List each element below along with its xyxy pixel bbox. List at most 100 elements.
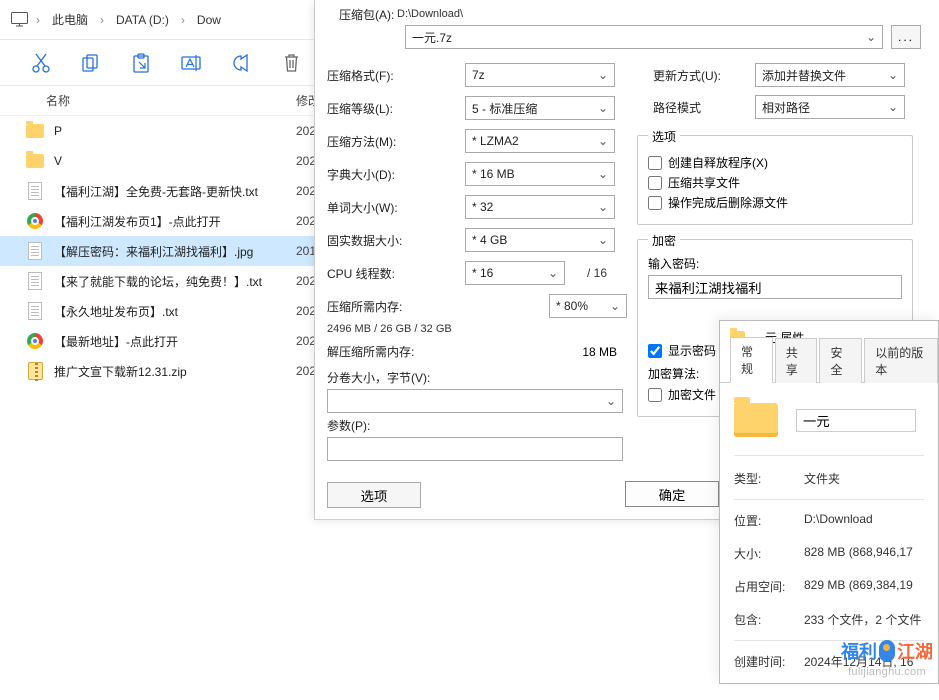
created-key: 创建时间: xyxy=(734,653,804,670)
browse-button[interactable]: ... xyxy=(891,25,921,49)
encrypt-legend: 加密 xyxy=(648,232,680,249)
delete-after-checkbox[interactable]: 操作完成后删除源文件 xyxy=(648,194,902,211)
file-name: V xyxy=(54,154,62,168)
browser-icon xyxy=(26,332,44,350)
word-combo[interactable]: * 32⌄ xyxy=(465,195,615,219)
shared-checkbox[interactable]: 压缩共享文件 xyxy=(648,174,902,191)
method-combo[interactable]: * LZMA2⌄ xyxy=(465,129,615,153)
solid-combo[interactable]: * 4 GB⌄ xyxy=(465,228,615,252)
chevron-down-icon: ⌄ xyxy=(598,68,608,82)
chevron-right-icon: › xyxy=(92,13,112,27)
mem-percent-combo[interactable]: * 80%⌄ xyxy=(549,294,627,318)
archive-name-combo[interactable]: 一元.7z ⌄ xyxy=(405,25,883,49)
params-input[interactable] xyxy=(327,437,623,461)
mem-compress-info: 2496 MB / 26 GB / 32 GB xyxy=(315,323,635,335)
level-label: 压缩等级(L): xyxy=(315,100,465,117)
mem-decompress-value: 18 MB xyxy=(515,345,625,359)
text-file-icon xyxy=(26,182,44,200)
zip-icon xyxy=(26,362,44,380)
folder-icon xyxy=(734,403,778,437)
sfx-checkbox[interactable]: 创建自释放程序(X) xyxy=(648,154,902,171)
monitor-icon xyxy=(10,11,28,29)
disk-val: 829 MB (869,384,19 xyxy=(804,578,924,595)
chevron-down-icon: ⌄ xyxy=(598,101,608,115)
chevron-down-icon: ⌄ xyxy=(610,299,620,313)
threads-total: / 16 xyxy=(587,266,607,280)
pathmode-combo[interactable]: 相对路径⌄ xyxy=(755,95,905,119)
contains-key: 包含: xyxy=(734,611,804,628)
solid-label: 固实数据大小: xyxy=(315,232,465,249)
size-val: 828 MB (868,946,17 xyxy=(804,545,924,562)
chevron-right-icon: › xyxy=(173,13,193,27)
chevron-down-icon: ⌄ xyxy=(866,30,876,44)
text-file-icon xyxy=(26,302,44,320)
password-input[interactable] xyxy=(648,275,902,299)
tab-general[interactable]: 常规 xyxy=(730,337,773,383)
created-val: 2024年12月14日, 16 xyxy=(804,653,924,670)
properties-window: 一元 属性 常规 共享 安全 以前的版本 类型:文件夹 位置:D:\Downlo… xyxy=(719,320,939,684)
type-key: 类型: xyxy=(734,470,804,487)
method-label: 压缩方法(M): xyxy=(315,133,465,150)
file-name: 【最新地址】-点此打开 xyxy=(54,333,178,350)
location-key: 位置: xyxy=(734,512,804,529)
chevron-down-icon: ⌄ xyxy=(548,266,558,280)
split-label: 分卷大小，字节(V): xyxy=(315,369,430,386)
chevron-right-icon: › xyxy=(28,13,48,27)
options-button[interactable]: 选项 xyxy=(327,482,421,508)
breadcrumb-item[interactable]: 此电脑 xyxy=(48,9,92,30)
chevron-down-icon: ⌄ xyxy=(598,200,608,214)
delete-icon[interactable] xyxy=(280,52,302,74)
paste-icon[interactable] xyxy=(130,52,152,74)
params-label: 参数(P): xyxy=(315,417,370,434)
file-name: 【福利江湖发布页1】-点此打开 xyxy=(54,213,221,230)
pathmode-label: 路径模式 xyxy=(635,99,755,116)
contains-val: 233 个文件，2 个文件 xyxy=(804,611,924,628)
file-name: 【福利江湖】全免费-无套路-更新快.txt xyxy=(54,183,258,200)
folder-icon xyxy=(26,122,44,140)
archive-path-prefix: D:\Download\ xyxy=(397,8,463,20)
disk-key: 占用空间: xyxy=(734,578,804,595)
level-combo[interactable]: 5 - 标准压缩⌄ xyxy=(465,96,615,120)
split-combo[interactable]: ⌄ xyxy=(327,389,623,413)
file-name: P xyxy=(54,124,62,138)
threads-label: CPU 线程数: xyxy=(315,265,465,282)
options-legend: 选项 xyxy=(648,128,680,145)
file-name: 【来了就能下载的论坛，纯免费！】.txt xyxy=(54,273,262,290)
tab-security[interactable]: 安全 xyxy=(819,338,862,383)
breadcrumb-item[interactable]: DATA (D:) xyxy=(112,11,173,29)
tab-share[interactable]: 共享 xyxy=(775,338,818,383)
location-val: D:\Download xyxy=(804,512,924,529)
file-name: 【永久地址发布页】.txt xyxy=(54,303,178,320)
rename-icon[interactable] xyxy=(180,52,202,74)
threads-combo[interactable]: * 16⌄ xyxy=(465,261,565,285)
mem-compress-label: 压缩所需内存: xyxy=(315,298,477,315)
chevron-down-icon: ⌄ xyxy=(888,100,898,114)
chevron-down-icon: ⌄ xyxy=(598,233,608,247)
file-name: 推广文宣下载新12.31.zip xyxy=(54,363,187,380)
column-name[interactable]: 名称 xyxy=(0,92,70,109)
properties-tabs: 常规 共享 安全 以前的版本 xyxy=(720,353,938,383)
archive-name-value: 一元.7z xyxy=(412,29,452,46)
format-label: 压缩格式(F): xyxy=(315,67,465,84)
format-combo[interactable]: 7z⌄ xyxy=(465,63,615,87)
update-label: 更新方式(U): xyxy=(635,67,755,84)
options-fieldset: 选项 创建自释放程序(X) 压缩共享文件 操作完成后删除源文件 xyxy=(637,135,913,225)
browser-icon xyxy=(26,212,44,230)
text-file-icon xyxy=(26,272,44,290)
size-key: 大小: xyxy=(734,545,804,562)
dict-combo[interactable]: * 16 MB⌄ xyxy=(465,162,615,186)
type-val: 文件夹 xyxy=(804,470,924,487)
folder-name-input[interactable] xyxy=(796,409,916,432)
copy-icon[interactable] xyxy=(80,52,102,74)
chevron-down-icon: ⌄ xyxy=(598,134,608,148)
ok-button[interactable]: 确定 xyxy=(625,481,719,507)
tab-previous[interactable]: 以前的版本 xyxy=(864,338,938,383)
chevron-down-icon: ⌄ xyxy=(888,68,898,82)
chevron-down-icon: ⌄ xyxy=(598,167,608,181)
password-label: 输入密码: xyxy=(648,255,902,272)
file-name: 【解压密码：来福利江湖找福利】.jpg xyxy=(54,243,253,260)
update-combo[interactable]: 添加并替换文件⌄ xyxy=(755,63,905,87)
share-icon[interactable] xyxy=(230,52,252,74)
breadcrumb-item[interactable]: Dow xyxy=(193,11,225,29)
cut-icon[interactable] xyxy=(30,52,52,74)
